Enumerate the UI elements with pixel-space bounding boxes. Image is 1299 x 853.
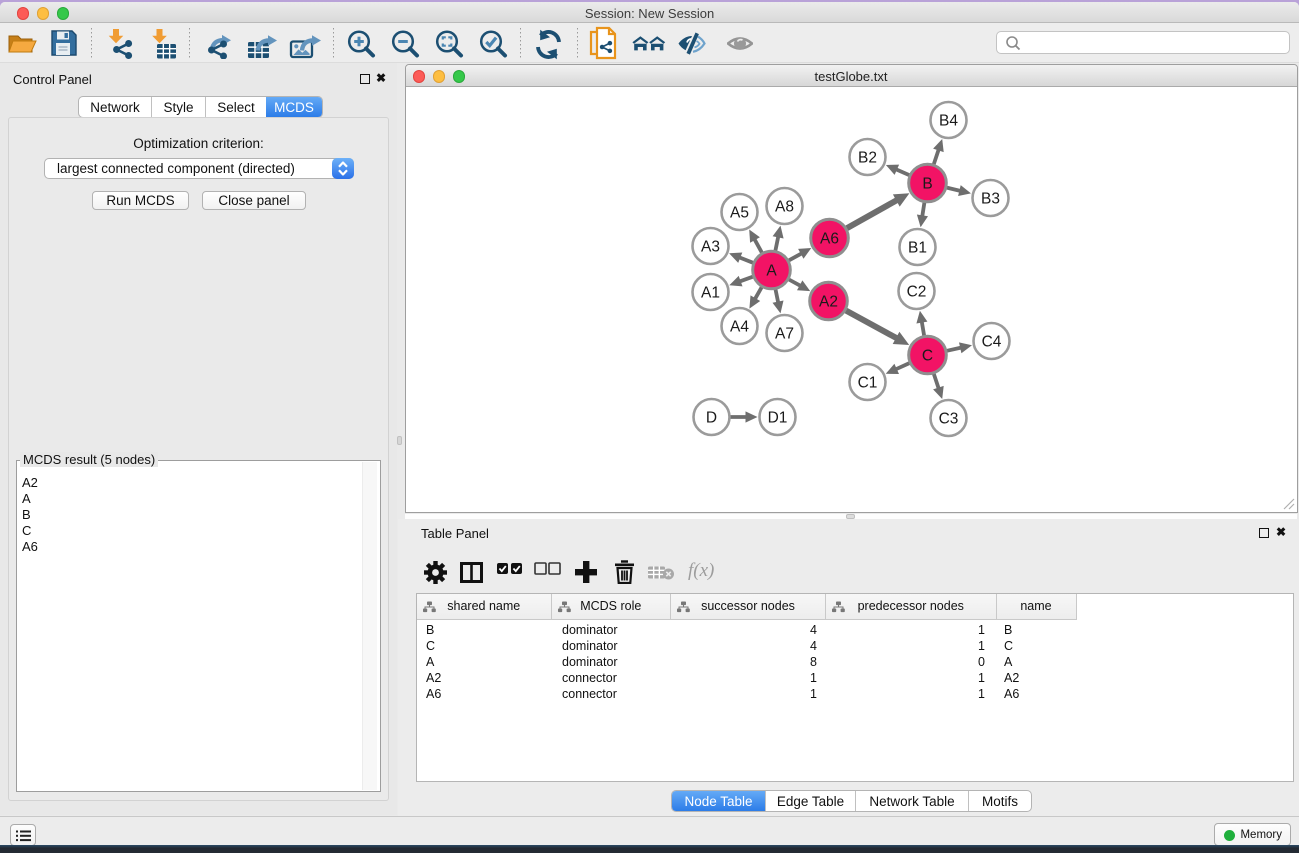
svg-text:C4: C4 xyxy=(981,334,1001,351)
svg-text:D1: D1 xyxy=(767,410,787,427)
svg-text:A6: A6 xyxy=(820,231,839,248)
svg-text:D: D xyxy=(705,410,716,427)
svg-text:A: A xyxy=(766,263,777,280)
svg-text:C: C xyxy=(921,348,932,365)
svg-text:C2: C2 xyxy=(906,284,926,301)
svg-text:A4: A4 xyxy=(730,319,749,336)
svg-text:B3: B3 xyxy=(981,191,1000,208)
svg-text:B2: B2 xyxy=(858,150,877,167)
svg-text:A5: A5 xyxy=(730,205,749,222)
svg-text:A3: A3 xyxy=(701,239,720,256)
svg-text:B4: B4 xyxy=(939,113,958,130)
svg-text:A1: A1 xyxy=(701,285,720,302)
svg-text:B: B xyxy=(922,176,932,193)
svg-text:B1: B1 xyxy=(908,240,927,257)
svg-text:C3: C3 xyxy=(938,411,958,428)
svg-text:A7: A7 xyxy=(775,326,794,343)
svg-text:A2: A2 xyxy=(819,294,838,311)
svg-text:C1: C1 xyxy=(857,375,877,392)
svg-text:A8: A8 xyxy=(775,199,794,216)
